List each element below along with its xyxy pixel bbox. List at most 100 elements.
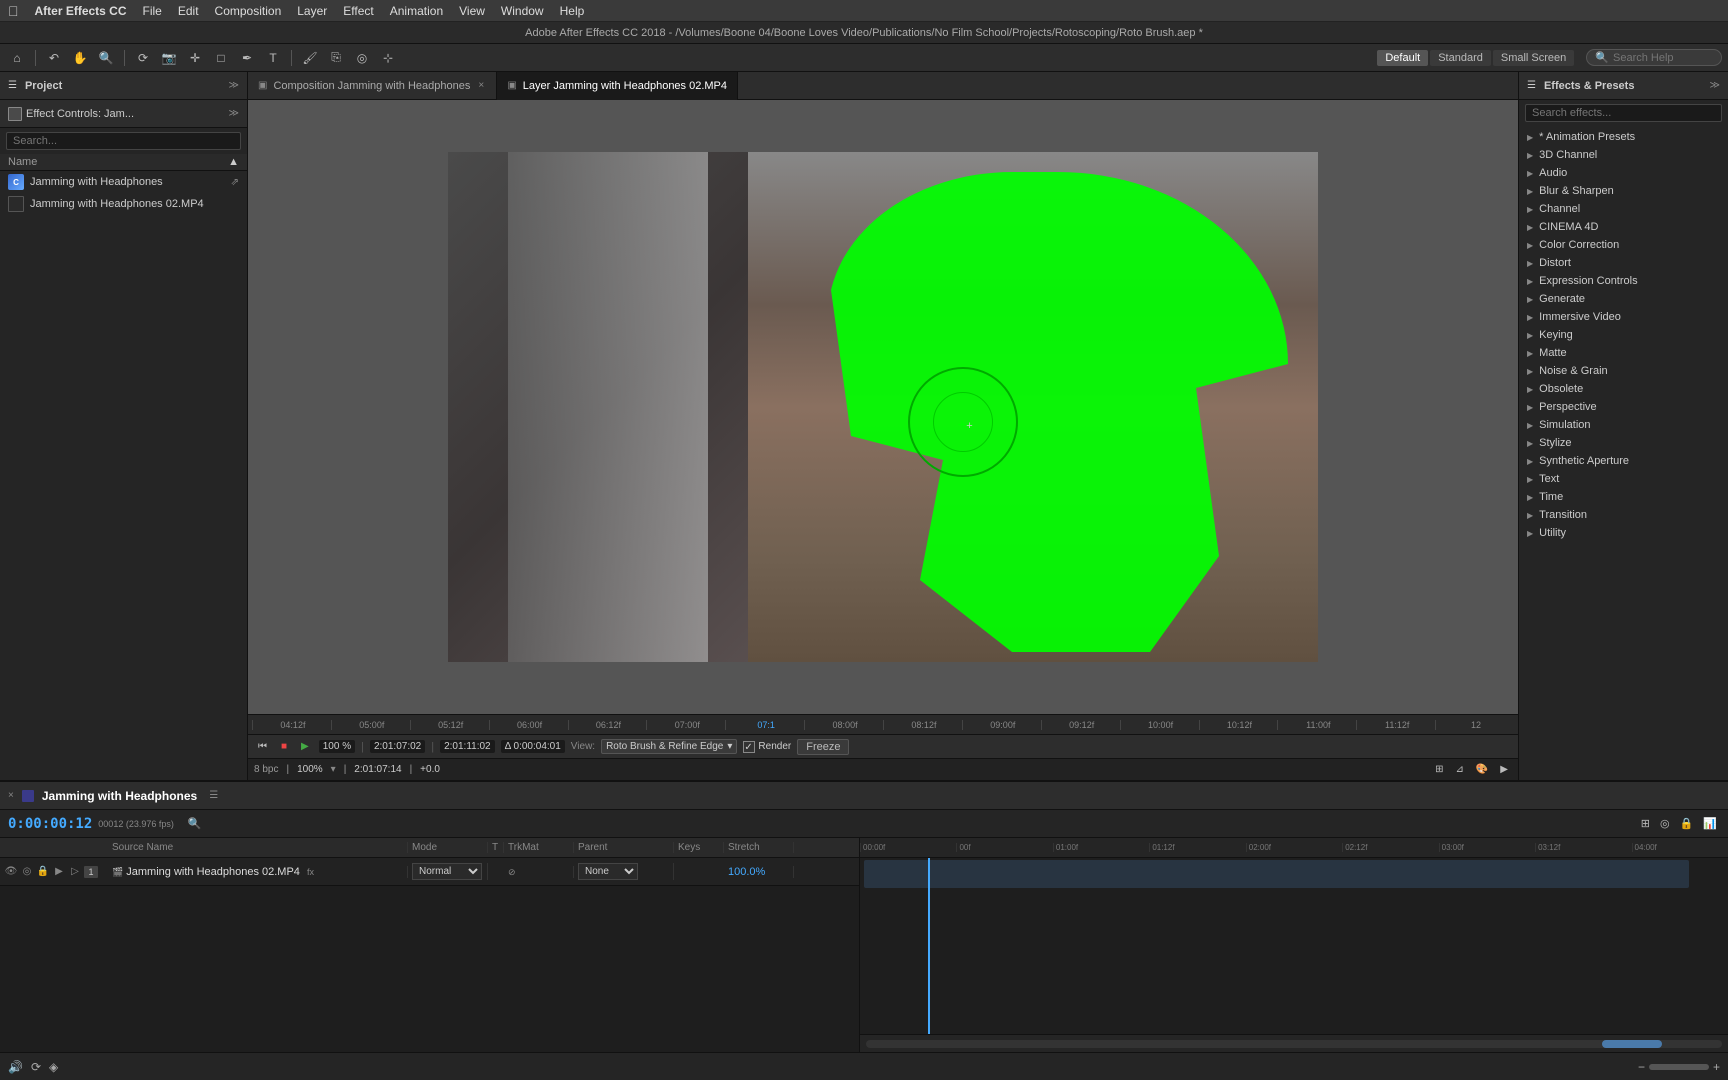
view-dropdown[interactable]: Roto Brush & Refine Edge ▾ (601, 739, 737, 754)
effects-search-input[interactable] (1525, 104, 1722, 122)
rotate-tool[interactable]: ⟳ (132, 47, 154, 69)
layer-viewer-tab[interactable]: ▣ Layer Jamming with Headphones 02.MP4 (497, 72, 738, 100)
effect-text[interactable]: ▶ Text (1519, 470, 1728, 488)
comp-item-link[interactable]: ⇗ (231, 177, 239, 188)
timecode-current[interactable]: 2:01:07:02 (370, 740, 425, 753)
pen-tool[interactable]: ✒ (236, 47, 258, 69)
menu-animation[interactable]: Animation (390, 4, 443, 18)
transport-prev[interactable]: ⏮ (254, 740, 271, 753)
timeline-search-icon[interactable]: 🔍 (188, 817, 202, 830)
timeline-close[interactable]: × (8, 790, 14, 801)
effect-stylize[interactable]: ▶ Stylize (1519, 434, 1728, 452)
effect-controls-tab[interactable]: Effect Controls: Jam... ≫ (0, 100, 247, 128)
camera-tool[interactable]: 📷 (158, 47, 180, 69)
effect-distort[interactable]: ▶ Distort (1519, 254, 1728, 272)
bottom-zoom-dropdown[interactable]: ▾ (331, 764, 336, 775)
grid-icon[interactable]: ⊞ (1431, 763, 1447, 776)
effect-matte[interactable]: ▶ Matte (1519, 344, 1728, 362)
effect-obsolete[interactable]: ▶ Obsolete (1519, 380, 1728, 398)
effect-perspective[interactable]: ▶ Perspective (1519, 398, 1728, 416)
timeline-menu-icon[interactable]: ☰ (209, 790, 218, 801)
tl-solo-icon[interactable]: ◎ (1657, 816, 1673, 831)
zoom-tool[interactable]: 🔍 (95, 47, 117, 69)
project-item-comp[interactable]: C Jamming with Headphones ⇗ (0, 171, 247, 193)
tl-lock-icon[interactable]: 🔒 (1677, 816, 1697, 831)
timeline-layer-row[interactable]: 👁 ◎ 🔒 ▶ ▷ 1 🎬 Jamming with Headphones 02… (0, 858, 859, 886)
bottom-offset[interactable]: +0.0 (420, 764, 440, 775)
anchor-tool[interactable]: ✛ (184, 47, 206, 69)
transport-stop[interactable]: ■ (277, 740, 291, 753)
effect-blur-sharpen[interactable]: ▶ Blur & Sharpen (1519, 182, 1728, 200)
mask-icon[interactable]: ⊿ (1451, 763, 1467, 776)
zoom-display[interactable]: 100 % (319, 740, 355, 753)
effect-synthetic-aperture[interactable]: ▶ Synthetic Aperture (1519, 452, 1728, 470)
effects-panel-expand[interactable]: ≫ (1710, 80, 1720, 91)
effect-simulation[interactable]: ▶ Simulation (1519, 416, 1728, 434)
effect-color-correction[interactable]: ▶ Color Correction (1519, 236, 1728, 254)
project-item-footage[interactable]: Jamming with Headphones 02.MP4 (0, 193, 247, 215)
workspace-standard[interactable]: Standard (1430, 50, 1491, 66)
bc-loop-icon[interactable]: ⟳ (31, 1060, 41, 1074)
freeze-button[interactable]: Freeze (797, 739, 849, 755)
layer-eye-btn[interactable]: 👁 (4, 866, 18, 877)
clone-tool[interactable]: ⎘ (325, 47, 347, 69)
timecode-end[interactable]: 2:01:11:02 (440, 740, 495, 753)
layer-collapse-btn[interactable]: ▶ (52, 866, 66, 877)
tl-graph-icon[interactable]: 📊 (1700, 816, 1720, 831)
workspace-default[interactable]: Default (1377, 50, 1428, 66)
timeline-timecode[interactable]: 0:00:00:12 (8, 816, 92, 832)
layer-solo-btn[interactable]: ◎ (20, 866, 34, 877)
roto-tool[interactable]: ◎ (351, 47, 373, 69)
layer-play-btn[interactable]: ▷ (68, 866, 82, 877)
layer-parent-dropdown[interactable]: None (578, 863, 638, 880)
effect-audio[interactable]: ▶ Audio (1519, 164, 1728, 182)
menu-window[interactable]: Window (501, 4, 544, 18)
effect-noise-grain[interactable]: ▶ Noise & Grain (1519, 362, 1728, 380)
effect-cinema4d[interactable]: ▶ CINEMA 4D (1519, 218, 1728, 236)
menu-aftereffects[interactable]: After Effects CC (35, 4, 127, 18)
zoom-handle[interactable] (1602, 1040, 1662, 1048)
effect-3d-channel[interactable]: ▶ 3D Channel (1519, 146, 1728, 164)
effect-immersive-video[interactable]: ▶ Immersive Video (1519, 308, 1728, 326)
bc-zoom-in[interactable]: + (1713, 1060, 1720, 1074)
bc-zoom-slider[interactable] (1649, 1064, 1709, 1070)
menu-composition[interactable]: Composition (215, 4, 282, 18)
tl-track-area[interactable] (860, 858, 1728, 1034)
shape-tool[interactable]: □ (210, 47, 232, 69)
zoom-bar[interactable] (866, 1040, 1722, 1048)
bottom-zoom[interactable]: 100% (297, 764, 323, 775)
bc-audio-icon[interactable]: 🔊 (8, 1060, 23, 1074)
bottom-timecode[interactable]: 2:01:07:14 (354, 764, 401, 775)
menu-edit[interactable]: Edit (178, 4, 199, 18)
transport-play[interactable]: ▶ (297, 740, 313, 753)
menu-view[interactable]: View (459, 4, 485, 18)
effect-keying[interactable]: ▶ Keying (1519, 326, 1728, 344)
render-checkbox[interactable]: ✓ (743, 741, 755, 753)
search-help-input[interactable] (1613, 52, 1713, 64)
project-sort-icon[interactable]: ▲ (228, 156, 239, 168)
menu-help[interactable]: Help (560, 4, 585, 18)
comp-viewer-tab[interactable]: ▣ Composition Jamming with Headphones × (248, 72, 497, 100)
color-icon[interactable]: 🎨 (1472, 763, 1492, 776)
tl-transform-icon[interactable]: ⊞ (1638, 816, 1653, 831)
project-panel-expand[interactable]: ≫ (229, 80, 239, 91)
preview-icon[interactable]: ▶ (1496, 763, 1512, 776)
bc-zoom-out[interactable]: − (1638, 1060, 1645, 1074)
menu-file[interactable]: File (143, 4, 162, 18)
effect-animation-presets[interactable]: ▶ * Animation Presets (1519, 128, 1728, 146)
effect-controls-expand[interactable]: ≫ (229, 108, 239, 119)
workspace-small[interactable]: Small Screen (1493, 50, 1574, 66)
effect-utility[interactable]: ▶ Utility (1519, 524, 1728, 542)
layer-mode-dropdown[interactable]: Normal (412, 863, 482, 880)
bc-ram-icon[interactable]: ◈ (49, 1060, 58, 1074)
effect-transition[interactable]: ▶ Transition (1519, 506, 1728, 524)
project-search-input[interactable] (6, 132, 241, 150)
tl-playhead[interactable] (928, 858, 930, 1034)
menu-effect[interactable]: Effect (343, 4, 373, 18)
text-tool[interactable]: T (262, 47, 284, 69)
menu-layer[interactable]: Layer (297, 4, 327, 18)
effect-expression-controls[interactable]: ▶ Expression Controls (1519, 272, 1728, 290)
effect-generate[interactable]: ▶ Generate (1519, 290, 1728, 308)
viewer-canvas[interactable]: + (248, 100, 1518, 714)
apple-menu[interactable]:  (8, 3, 19, 19)
